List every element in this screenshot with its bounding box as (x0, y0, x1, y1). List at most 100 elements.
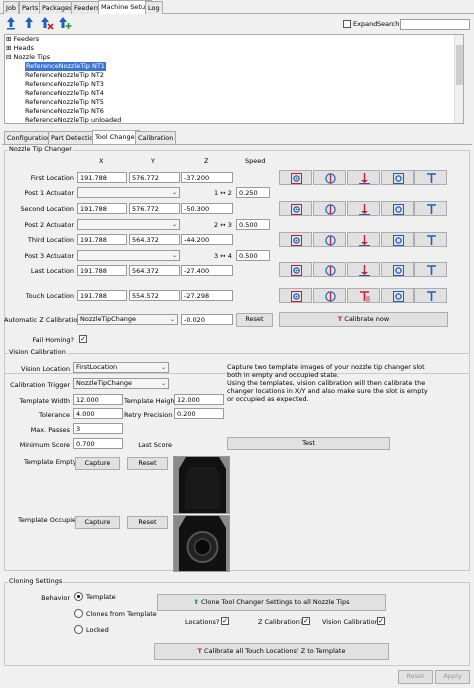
tree-item-nt6[interactable]: ReferenceNozzleTip NT6 (25, 107, 104, 116)
clone-settings-button[interactable]: ⬆ Clone Tool Changer Settings to all Noz… (157, 594, 386, 611)
post1-speed[interactable] (236, 187, 270, 198)
footer-reset-button[interactable]: Reset (398, 670, 433, 684)
first-location-y[interactable] (129, 172, 180, 183)
location-row-5-move-camera-button[interactable] (347, 288, 380, 303)
tree-item-nt3[interactable]: ReferenceNozzleTip NT3 (25, 80, 104, 89)
location-row-2-capture-camera-button[interactable] (279, 201, 312, 216)
location-row-1-move-tool-button[interactable] (381, 170, 414, 185)
post3-speed[interactable] (236, 250, 270, 261)
third-location-z[interactable] (181, 234, 233, 245)
vision-location-select[interactable]: FirstLocation ⌄ (73, 362, 169, 373)
tab-job[interactable]: Job (3, 1, 20, 14)
location-row-1-move-camera-button[interactable] (347, 170, 380, 185)
tree-node-feeders[interactable]: ⊞ Feeders (6, 35, 39, 44)
delete-icon[interactable] (40, 15, 55, 31)
location-row-5-capture-tool-button[interactable] (313, 288, 346, 303)
location-row-4-position-safe-z-button[interactable] (414, 262, 447, 277)
second-location-x[interactable] (77, 203, 127, 214)
tree-item-nt5[interactable]: ReferenceNozzleTip NT5 (25, 98, 104, 107)
first-location-z[interactable] (181, 172, 233, 183)
scrollbar-thumb[interactable] (456, 45, 463, 85)
max-passes-input[interactable] (73, 423, 123, 434)
location-row-4-move-tool-button[interactable] (381, 262, 414, 277)
minimum-score-input[interactable] (73, 438, 123, 449)
location-row-1-capture-camera-button[interactable] (279, 170, 312, 185)
test-button[interactable]: Test (227, 437, 390, 450)
location-row-2-position-safe-z-button[interactable] (414, 201, 447, 216)
capture-empty-button[interactable]: Capture (75, 457, 120, 470)
radio-template[interactable] (74, 592, 83, 601)
post2-actuator-select[interactable]: ⌄ (77, 219, 180, 230)
fail-homing-checkbox[interactable]: ✓ (79, 335, 87, 343)
calibrate-all-touch-button[interactable]: T Calibrate all Touch Locations' Z to Te… (154, 643, 389, 660)
location-row-4-move-camera-button[interactable] (347, 262, 380, 277)
post1-actuator-select[interactable]: ⌄ (77, 187, 180, 198)
tree-node-heads[interactable]: ⊞ Heads (6, 44, 34, 53)
vision-calibration-checkbox[interactable]: ✓ (377, 617, 385, 625)
calibration-trigger-select[interactable]: NozzleTipChange ⌄ (73, 378, 169, 389)
location-row-3-capture-tool-button[interactable] (313, 232, 346, 247)
last-location-z[interactable] (181, 265, 233, 276)
tab-parts[interactable]: Parts (19, 1, 42, 14)
touch-location-y[interactable] (129, 290, 180, 301)
machine-tree[interactable]: ⊞ Feeders ⊞ Heads ⊟ Nozzle Tips Referenc… (4, 34, 464, 124)
tab-packages[interactable]: Packages (39, 1, 76, 14)
location-row-1-position-safe-z-button[interactable] (414, 170, 447, 185)
z-calibration-checkbox[interactable]: ✓ (302, 617, 310, 625)
retry-precision-input[interactable] (174, 408, 224, 419)
tree-item-nt1[interactable]: ReferenceNozzleTip NT1 (25, 62, 106, 71)
third-location-x[interactable] (77, 234, 127, 245)
touch-location-z[interactable] (181, 290, 233, 301)
post3-actuator-select[interactable]: ⌄ (77, 250, 180, 261)
third-location-y[interactable] (129, 234, 180, 245)
location-row-3-position-safe-z-button[interactable] (414, 232, 447, 247)
location-row-5-capture-camera-button[interactable] (279, 288, 312, 303)
collapse-minus-icon[interactable]: ⊟ (6, 53, 11, 61)
tab-configuration[interactable]: Configuration (4, 131, 55, 144)
calibrate-now-button[interactable]: T Calibrate now (279, 312, 448, 327)
location-row-4-capture-camera-button[interactable] (279, 262, 312, 277)
location-row-2-capture-tool-button[interactable] (313, 201, 346, 216)
first-location-x[interactable] (77, 172, 127, 183)
location-row-2-move-tool-button[interactable] (381, 201, 414, 216)
auto-z-offset[interactable] (181, 314, 233, 325)
location-row-3-capture-camera-button[interactable] (279, 232, 312, 247)
expand-checkbox[interactable] (343, 20, 351, 28)
move-up-icon[interactable] (22, 15, 37, 31)
touch-location-x[interactable] (77, 290, 127, 301)
radio-clones-from-template[interactable] (74, 609, 83, 618)
expand-plus-icon[interactable]: ⊞ (6, 35, 11, 43)
capture-occupied-button[interactable]: Capture (75, 516, 120, 529)
template-width-input[interactable] (73, 394, 123, 405)
location-row-3-move-camera-button[interactable] (347, 232, 380, 247)
post2-speed[interactable] (236, 219, 270, 230)
last-location-y[interactable] (129, 265, 180, 276)
last-location-x[interactable] (77, 265, 127, 276)
footer-apply-button[interactable]: Apply (435, 670, 470, 684)
tree-node-nozzle-tips[interactable]: ⊟ Nozzle Tips (6, 53, 50, 62)
second-location-z[interactable] (181, 203, 233, 214)
auto-z-reset-button[interactable]: Reset (236, 313, 273, 327)
locations-checkbox[interactable]: ✓ (221, 617, 229, 625)
location-row-1-capture-tool-button[interactable] (313, 170, 346, 185)
template-height-input[interactable] (174, 394, 224, 405)
location-row-5-move-tool-button[interactable] (381, 288, 414, 303)
search-input[interactable] (400, 19, 470, 30)
tree-item-nt4[interactable]: ReferenceNozzleTip NT4 (25, 89, 104, 98)
tree-item-nt2[interactable]: ReferenceNozzleTip NT2 (25, 71, 104, 80)
add-icon[interactable] (58, 15, 73, 31)
tab-tool-changer[interactable]: Tool Changer (92, 130, 141, 144)
reset-occupied-button[interactable]: Reset (127, 516, 168, 529)
tab-calibration[interactable]: Calibration (135, 131, 177, 144)
arrow-up-icon[interactable] (4, 15, 19, 31)
tree-item-unloaded[interactable]: ReferenceNozzleTip unloaded (25, 116, 121, 123)
location-row-5-position-safe-z-button[interactable] (414, 288, 447, 303)
reset-empty-button[interactable]: Reset (127, 457, 168, 470)
second-location-y[interactable] (129, 203, 180, 214)
location-row-2-move-camera-button[interactable] (347, 201, 380, 216)
tree-scrollbar[interactable] (454, 35, 463, 123)
auto-z-select[interactable]: NozzleTipChange ⌄ (77, 314, 178, 325)
tab-log[interactable]: Log (145, 1, 163, 14)
radio-locked[interactable] (74, 625, 83, 634)
expand-plus-icon[interactable]: ⊞ (6, 44, 11, 52)
